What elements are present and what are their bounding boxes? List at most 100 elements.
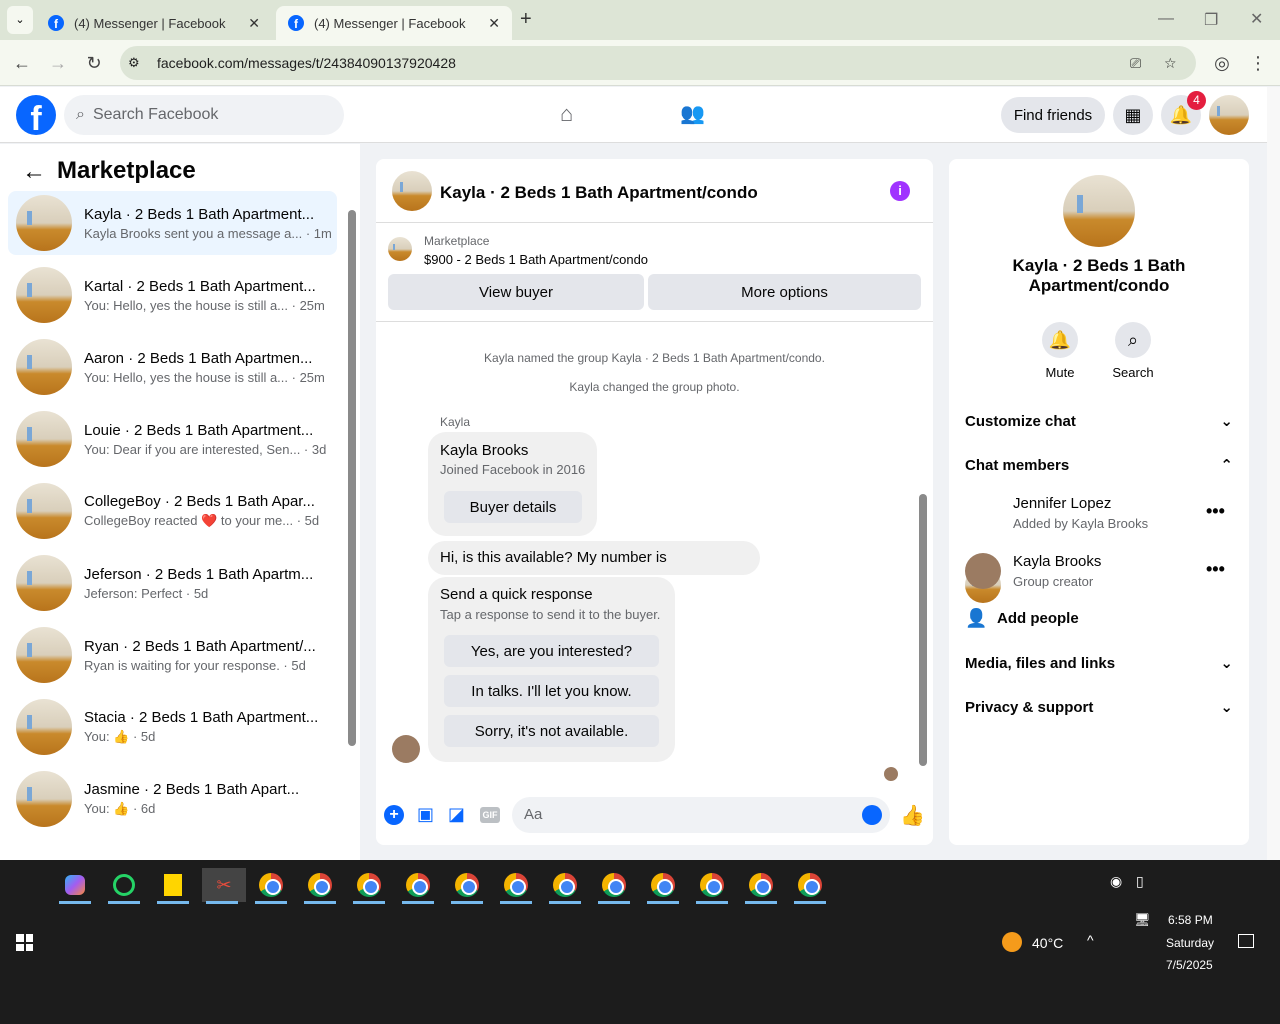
chrome-profile-icon[interactable] bbox=[300, 868, 340, 904]
phone-link-icon[interactable]: ▯ bbox=[1136, 873, 1144, 890]
chrome-profile-icon[interactable] bbox=[398, 868, 438, 904]
find-friends-button[interactable]: Find friends bbox=[1001, 97, 1105, 133]
conversation-item[interactable]: Jeferson · 2 Beds 1 Bath Apartm... Jefers… bbox=[8, 551, 337, 615]
browser-toolbar: ← → ↻ ⚙ facebook.com/messages/t/24384090… bbox=[0, 40, 1280, 86]
address-bar[interactable]: ⚙ facebook.com/messages/t/24384090137920… bbox=[120, 46, 1196, 80]
bookmark-star-icon[interactable]: ☆ bbox=[1164, 55, 1177, 72]
whatsapp-icon[interactable] bbox=[104, 868, 144, 904]
info-icon[interactable]: i bbox=[890, 181, 910, 201]
conversation-item[interactable]: Ryan · 2 Beds 1 Bath Apartment/... Ryan i… bbox=[8, 623, 337, 687]
chrome-profile-icon[interactable] bbox=[545, 868, 585, 904]
close-tab-icon[interactable]: ✕ bbox=[248, 15, 260, 32]
chat-title[interactable]: Kayla · 2 Beds 1 Bath Apartment/condo bbox=[440, 183, 758, 203]
facebook-logo-icon[interactable]: f bbox=[16, 95, 56, 135]
snipping-tool-icon[interactable]: ✂ bbox=[202, 868, 246, 904]
quick-reply-button[interactable]: Sorry, it's not available. bbox=[444, 715, 659, 747]
customize-chat-row[interactable]: Customize chat ⌄ bbox=[965, 412, 1233, 431]
like-thumb-icon[interactable]: 👍 bbox=[900, 803, 925, 828]
view-buyer-button[interactable]: View buyer bbox=[388, 274, 644, 310]
chat-scrollbar[interactable] bbox=[919, 494, 927, 766]
home-icon[interactable]: ⌂ bbox=[560, 101, 573, 127]
mute-bell-icon[interactable]: 🔔 bbox=[1042, 322, 1078, 358]
weather-icon[interactable] bbox=[1002, 932, 1022, 952]
sidebar-scrollbar[interactable] bbox=[348, 210, 356, 746]
clock-day[interactable]: Saturday bbox=[1166, 936, 1214, 950]
add-people-button[interactable]: Add people bbox=[997, 610, 1079, 627]
friends-icon[interactable]: 👥 bbox=[680, 101, 705, 126]
chat-avatar[interactable] bbox=[392, 171, 432, 211]
page-scrollbar[interactable] bbox=[1267, 87, 1280, 860]
buyer-details-button[interactable]: Buyer details bbox=[444, 491, 582, 523]
quick-reply-button[interactable]: In talks. I'll let you know. bbox=[444, 675, 659, 707]
weather-temp[interactable]: 40°C bbox=[1032, 935, 1063, 951]
member-more-icon[interactable]: ••• bbox=[1206, 559, 1225, 580]
conversation-item[interactable]: Kayla · 2 Beds 1 Bath Apartment... Kayla … bbox=[8, 191, 337, 255]
info-title: Kayla · 2 Beds 1 Bath Apartment/condo bbox=[1012, 256, 1186, 295]
reload-icon[interactable]: ↻ bbox=[79, 48, 109, 78]
search-input[interactable]: ⌕ Search Facebook bbox=[64, 95, 344, 135]
site-info-icon[interactable]: ⚙ bbox=[128, 55, 140, 71]
profile-avatar[interactable] bbox=[1209, 95, 1249, 135]
close-tab-icon[interactable]: ✕ bbox=[488, 15, 500, 32]
message-input[interactable]: Aa bbox=[512, 797, 890, 833]
tab-search-button[interactable]: ⌄ bbox=[7, 6, 33, 34]
notification-center-icon[interactable] bbox=[1238, 934, 1254, 948]
listing-detail[interactable]: $900 - 2 Beds 1 Bath Apartment/condo bbox=[424, 252, 648, 267]
conversation-item[interactable]: Stacia · 2 Beds 1 Bath Apartment... You: … bbox=[8, 695, 337, 759]
forward-icon[interactable]: → bbox=[43, 48, 73, 78]
record-icon[interactable]: ◉ bbox=[1110, 873, 1122, 890]
search-icon[interactable]: ⌕ bbox=[1115, 322, 1151, 358]
input-placeholder: Aa bbox=[524, 806, 543, 823]
photo-icon[interactable]: ▣ bbox=[417, 804, 434, 825]
conversation-item[interactable]: Aaron · 2 Beds 1 Bath Apartmen... You: He… bbox=[8, 335, 337, 399]
minimize-button[interactable]: — bbox=[1158, 10, 1174, 28]
back-icon[interactable]: ← bbox=[7, 48, 37, 78]
profile-icon[interactable]: ◎ bbox=[1207, 48, 1237, 78]
close-window-button[interactable]: ✕ bbox=[1250, 9, 1263, 29]
start-windows-icon[interactable] bbox=[16, 934, 33, 951]
chrome-profile-icon[interactable] bbox=[496, 868, 536, 904]
conversation-avatar bbox=[16, 195, 72, 251]
chrome-profile-icon[interactable] bbox=[741, 868, 781, 904]
new-tab-button[interactable]: + bbox=[520, 8, 532, 31]
clock-time[interactable]: 6:58 PM bbox=[1168, 913, 1213, 927]
install-app-icon[interactable]: ⎚ bbox=[1130, 55, 1141, 72]
chrome-profile-icon[interactable] bbox=[692, 868, 732, 904]
sticky-notes-icon[interactable] bbox=[153, 868, 193, 904]
emoji-icon[interactable] bbox=[862, 805, 882, 825]
restore-button[interactable]: ❐ bbox=[1204, 10, 1218, 30]
more-options-button[interactable]: More options bbox=[648, 274, 921, 310]
quick-reply-button[interactable]: Yes, are you interested? bbox=[444, 635, 659, 667]
add-icon[interactable]: + bbox=[384, 805, 404, 825]
clock-date[interactable]: 7/5/2025 bbox=[1166, 958, 1213, 972]
copilot-icon[interactable] bbox=[55, 868, 95, 904]
media-files-row[interactable]: Media, files and links ⌄ bbox=[965, 654, 1233, 673]
back-arrow-icon[interactable]: ← bbox=[22, 158, 46, 186]
conversation-name: CollegeBoy · 2 Beds 1 Bath Apar... bbox=[84, 493, 315, 510]
network-icon[interactable]: 🖥 bbox=[1134, 912, 1151, 928]
gif-icon[interactable]: GIF bbox=[480, 807, 500, 823]
tab-2-active[interactable]: f (4) Messenger | Facebook ✕ bbox=[276, 6, 512, 40]
chrome-profile-icon[interactable] bbox=[643, 868, 683, 904]
menu-grid-icon[interactable]: ▦ bbox=[1113, 95, 1153, 135]
menu-icon[interactable]: ⋮ bbox=[1243, 48, 1273, 78]
show-hidden-icons-chevron[interactable]: ^ bbox=[1087, 932, 1094, 948]
conversation-item[interactable]: Jasmine · 2 Beds 1 Bath Apart... You: 👍 ·… bbox=[8, 767, 337, 831]
row-label: Privacy & support bbox=[965, 698, 1094, 716]
member-more-icon[interactable]: ••• bbox=[1206, 501, 1225, 522]
facebook-header: f ⌕ Search Facebook ⌂ 👥 Find friends ▦ 🔔 … bbox=[0, 87, 1267, 143]
chrome-profile-icon[interactable] bbox=[251, 868, 291, 904]
chrome-profile-icon[interactable] bbox=[349, 868, 389, 904]
privacy-support-row[interactable]: Privacy & support ⌄ bbox=[965, 698, 1233, 717]
sticker-icon[interactable]: ◪ bbox=[448, 804, 465, 825]
conversation-item[interactable]: CollegeBoy · 2 Beds 1 Bath Apar... Colleg… bbox=[8, 479, 337, 543]
chrome-profile-icon[interactable] bbox=[790, 868, 830, 904]
chrome-profile-icon[interactable] bbox=[594, 868, 634, 904]
member-avatar[interactable] bbox=[965, 553, 1001, 589]
chrome-profile-icon[interactable] bbox=[447, 868, 487, 904]
tab-1[interactable]: f (4) Messenger | Facebook ✕ bbox=[36, 6, 272, 40]
chat-members-row[interactable]: Chat members ⌃ bbox=[965, 456, 1233, 475]
facebook-favicon-icon: f bbox=[288, 15, 304, 31]
conversation-item[interactable]: Louie · 2 Beds 1 Bath Apartment... You: D… bbox=[8, 407, 337, 471]
conversation-item[interactable]: Kartal · 2 Beds 1 Bath Apartment... You: … bbox=[8, 263, 337, 327]
